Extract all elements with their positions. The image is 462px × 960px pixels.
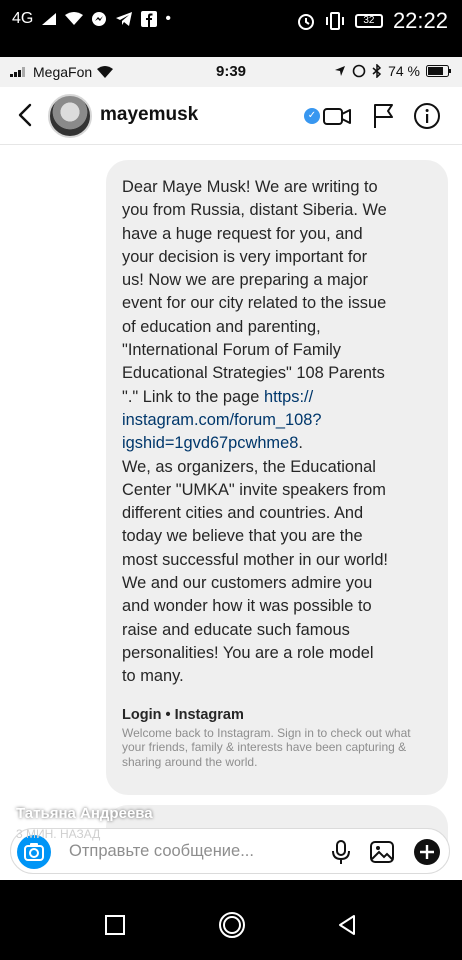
link-preview-description: Welcome back to Instagram. Sign in to ch… [122, 725, 411, 769]
instagram-dm-screen: MegaFon 9:39 74 % mayemusk ✓ Dear Maye M… [0, 57, 462, 880]
message-text: Dear Maye Musk! We are writing to you fr… [122, 176, 434, 689]
verified-badge-icon: ✓ [304, 108, 320, 124]
more-dot-icon: • [165, 10, 171, 27]
message-part-2: . We, as organizers, the Educational Cen… [122, 434, 388, 686]
info-icon[interactable] [412, 101, 442, 131]
chat-username[interactable]: mayemusk [100, 104, 198, 126]
status-right: 32 22:22 [297, 8, 448, 34]
flag-icon[interactable] [368, 101, 398, 131]
message-input[interactable]: Отправьте сообщение... [69, 842, 254, 861]
microphone-icon[interactable] [327, 838, 355, 866]
network-label: 4G [12, 10, 34, 27]
message-part-1: Dear Maye Musk! We are writing to you fr… [122, 178, 387, 406]
link-preview-title: Login • Instagram [122, 706, 244, 723]
overlay-time: 3 МИН. НАЗАД [16, 827, 101, 841]
recents-icon[interactable] [102, 912, 128, 938]
facebook-icon [141, 11, 158, 27]
video-call-icon[interactable] [322, 101, 352, 131]
home-icon[interactable] [217, 910, 247, 940]
wifi-icon [65, 12, 84, 25]
back-arrow-icon[interactable] [12, 101, 40, 129]
screen: 4G • 32 22:22 MegaFon 9:39 74 % mayemusk… [0, 0, 462, 960]
status-time: 22:22 [392, 8, 448, 33]
messenger-icon [92, 12, 107, 26]
avatar[interactable] [48, 94, 92, 138]
link-preview[interactable]: Login • Instagram Welcome back to Instag… [122, 707, 434, 770]
chat-header: mayemusk ✓ [0, 87, 462, 145]
battery-icon: 32 [354, 14, 383, 28]
alarm-icon [297, 14, 314, 30]
add-icon[interactable] [413, 838, 441, 866]
android-navigation-bar [0, 880, 462, 960]
telegram-icon [116, 12, 133, 26]
alarm-icon [352, 64, 366, 78]
overlay-author: Татьяна Андреева [16, 805, 153, 822]
location-icon [335, 66, 346, 76]
ios-battery-label: 74 % [388, 63, 420, 79]
vibrate-icon [325, 12, 344, 30]
signal-icon [42, 13, 57, 25]
status-left: 4G • [12, 10, 171, 28]
message-bubble[interactable]: Dear Maye Musk! We are writing to you fr… [106, 160, 448, 795]
back-triangle-icon[interactable] [334, 912, 360, 938]
android-status-bar: 4G • 32 22:22 [0, 0, 462, 52]
gallery-icon[interactable] [368, 838, 396, 866]
message-thread: Dear Maye Musk! We are writing to you fr… [0, 145, 462, 880]
bluetooth-icon [372, 64, 382, 78]
ios-status-bar: MegaFon 9:39 74 % [0, 57, 462, 87]
battery-icon [426, 65, 451, 77]
ios-status-right: 74 % [334, 63, 452, 79]
